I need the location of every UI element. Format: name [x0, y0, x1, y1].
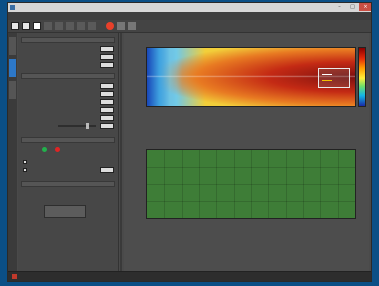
gridline — [147, 201, 355, 202]
beam-intensity-heatmap[interactable] — [146, 47, 356, 107]
plot-area — [124, 33, 369, 271]
save-icon[interactable] — [33, 22, 41, 30]
info-panel — [132, 251, 222, 273]
toolbar — [8, 20, 371, 33]
status-icon — [12, 274, 17, 279]
param-field[interactable] — [100, 99, 114, 105]
status-error-indicator — [55, 147, 60, 152]
colorbar — [358, 47, 366, 107]
close-button[interactable]: × — [359, 3, 371, 11]
gridline — [147, 167, 355, 168]
status-ok-indicator — [42, 147, 47, 152]
menu-item-4[interactable] — [60, 13, 64, 19]
param-field[interactable] — [100, 62, 114, 68]
new-file-icon[interactable] — [11, 22, 19, 30]
export-icon[interactable] — [55, 22, 63, 30]
calculate-button[interactable] — [44, 205, 86, 218]
run-icon[interactable] — [117, 22, 125, 30]
section-2-header[interactable] — [21, 73, 115, 79]
param-field[interactable] — [100, 115, 114, 121]
pause-icon[interactable] — [128, 22, 136, 30]
param-field[interactable] — [100, 123, 114, 129]
side-tab-1[interactable] — [9, 37, 16, 55]
app-icon — [10, 5, 15, 10]
menu-item-1[interactable] — [10, 13, 14, 19]
status-bar — [8, 271, 371, 281]
legend-line — [322, 80, 332, 81]
param-field[interactable] — [100, 54, 114, 60]
heatmap-legend — [318, 68, 350, 88]
bottom-plot-title — [146, 141, 354, 146]
splitter[interactable] — [120, 33, 122, 271]
zoom-icon[interactable] — [88, 22, 96, 30]
print-icon[interactable] — [77, 22, 85, 30]
menu-item-3[interactable] — [42, 13, 46, 19]
parameters-panel — [18, 33, 119, 271]
param-field[interactable] — [100, 167, 114, 173]
open-file-icon[interactable] — [22, 22, 30, 30]
section-3-header[interactable] — [21, 137, 115, 143]
slider-handle[interactable] — [86, 123, 89, 129]
param-field[interactable] — [100, 83, 114, 89]
section-4-header[interactable] — [21, 181, 115, 187]
top-plot-xlabel — [146, 115, 354, 120]
side-tab-2[interactable] — [9, 59, 16, 77]
app-window: – □ × — [7, 2, 372, 282]
option-checkbox-1[interactable] — [23, 160, 27, 164]
colorbar-tick — [366, 46, 371, 50]
legend-line — [322, 74, 332, 75]
colorbar-tick — [366, 64, 371, 68]
param-field[interactable] — [100, 46, 114, 52]
gridline — [147, 184, 355, 185]
option-checkbox-2[interactable] — [23, 168, 27, 172]
menu-item-2[interactable] — [24, 13, 28, 19]
side-tab-strip — [8, 33, 17, 271]
section-1-header[interactable] — [21, 37, 115, 43]
top-plot-title — [146, 39, 354, 44]
profile-plot[interactable] — [146, 149, 356, 219]
param-field[interactable] — [100, 107, 114, 113]
colorbar-tick — [366, 82, 371, 86]
parameter-slider[interactable] — [58, 125, 96, 127]
stop-icon[interactable] — [106, 22, 114, 30]
title-bar: – □ × — [8, 3, 371, 12]
maximize-button[interactable]: □ — [346, 3, 359, 11]
bottom-plot-xlabel — [146, 237, 354, 242]
side-tab-3[interactable] — [9, 81, 16, 99]
info-icon[interactable] — [66, 22, 74, 30]
minimize-button[interactable]: – — [333, 3, 346, 11]
param-field[interactable] — [100, 91, 114, 97]
settings-icon[interactable] — [44, 22, 52, 30]
colorbar-tick — [366, 100, 371, 104]
